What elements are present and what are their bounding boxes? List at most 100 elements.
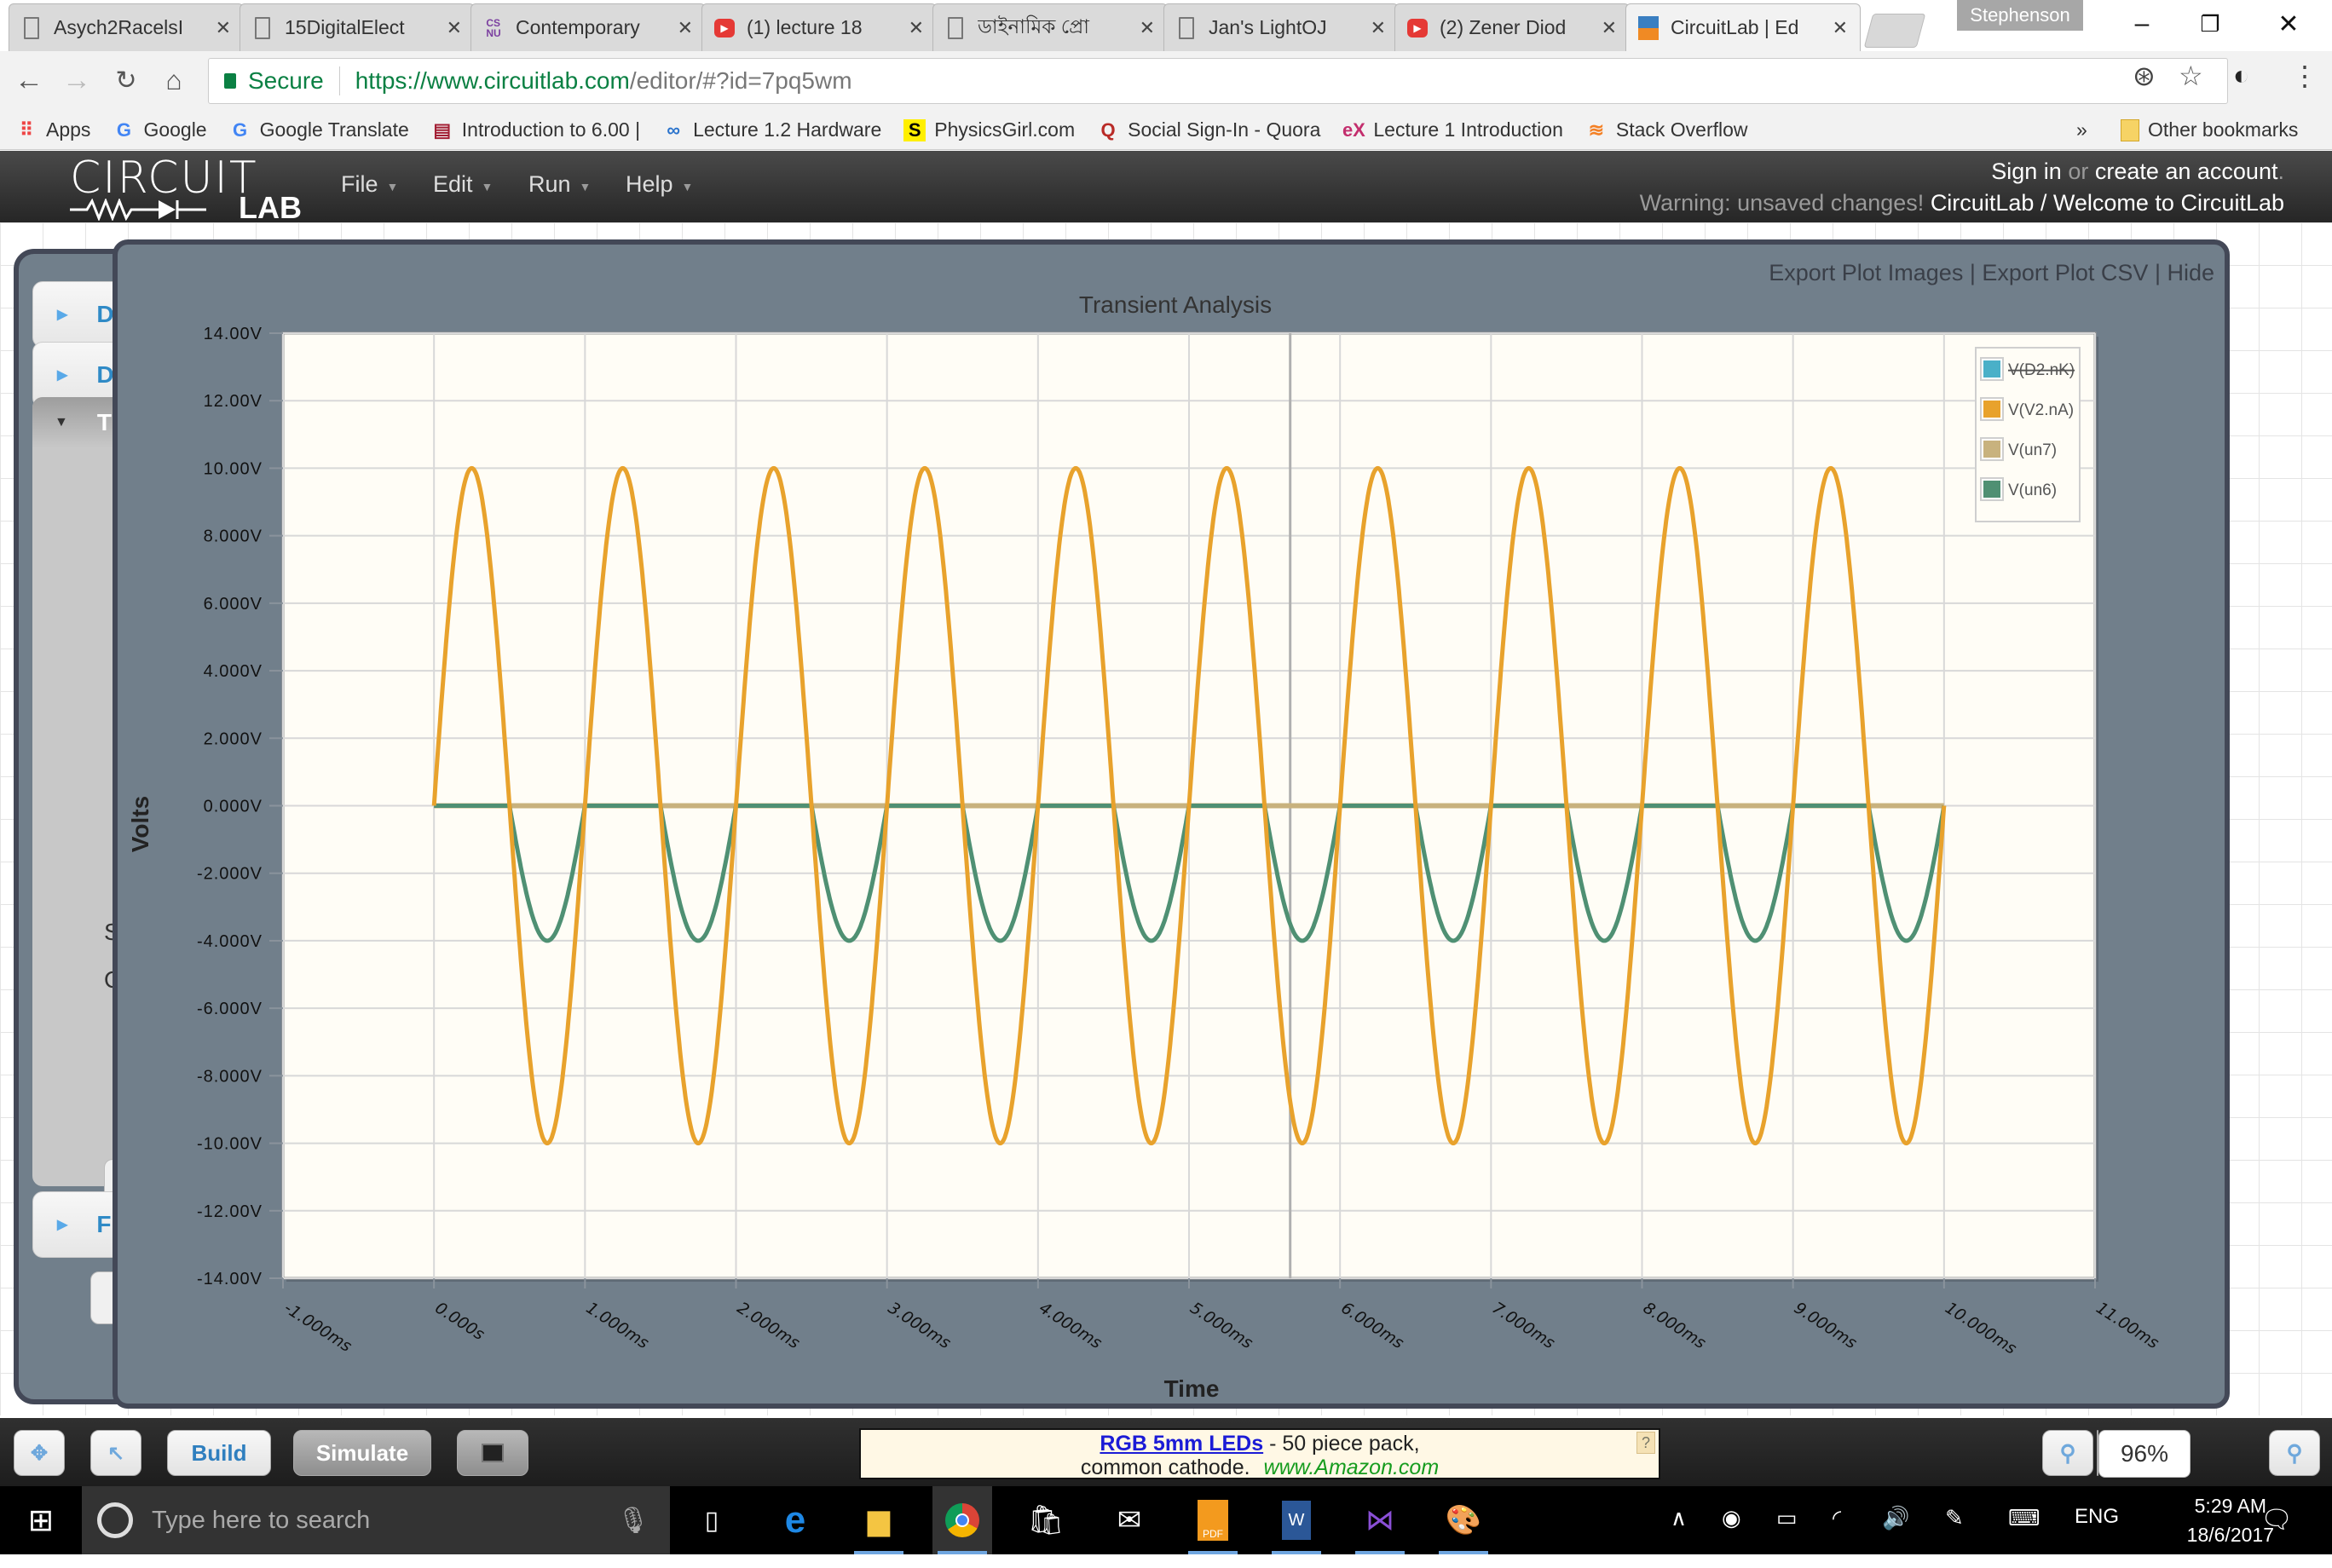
close-tab-icon[interactable]: ✕ xyxy=(678,17,693,39)
x-tick-label: 9.000ms xyxy=(1791,1299,1861,1353)
input-language[interactable]: ENG xyxy=(2075,1505,2119,1529)
legend-item[interactable]: V(un7) xyxy=(1980,437,2057,461)
close-window-icon[interactable]: ✕ xyxy=(2250,0,2327,48)
browser-tab[interactable]: CircuitLab | Ed ✕ xyxy=(1625,3,1861,51)
bookmark-item[interactable]: ∞ Lecture 1.2 Hardware xyxy=(662,118,881,141)
coursera-icon: ∞ xyxy=(667,118,680,141)
battery-icon[interactable]: ▭ xyxy=(1776,1505,1798,1531)
legend-item[interactable]: V(V2.nA) xyxy=(1980,397,2074,421)
pen-icon[interactable]: ✎ xyxy=(1945,1505,1964,1531)
y-axis-label: Volts xyxy=(127,796,153,852)
close-tab-icon[interactable]: ✕ xyxy=(1602,17,1617,39)
close-tab-icon[interactable]: ✕ xyxy=(216,17,231,39)
close-tab-icon[interactable]: ✕ xyxy=(909,17,924,39)
other-bookmarks-folder[interactable]: Other bookmarks xyxy=(2121,118,2298,141)
menu-help[interactable]: Help ▼ xyxy=(626,171,693,198)
expand-arrow-icon: ▶ xyxy=(57,1218,68,1232)
image-icon xyxy=(482,1444,504,1462)
new-tab-button[interactable] xyxy=(1863,14,1926,48)
browser-tab[interactable]: ডাইনামিক প্রো ✕ xyxy=(932,3,1168,51)
breadcrumb-owner[interactable]: CircuitLab xyxy=(1931,190,2035,216)
windows-start-icon[interactable]: ⊞ xyxy=(10,1486,72,1554)
visual-studio-icon[interactable]: ⋈ xyxy=(1350,1486,1410,1554)
address-bar[interactable]: Secure https://www.circuitlab.com/editor… xyxy=(208,58,2228,104)
close-tab-icon[interactable]: ✕ xyxy=(1371,17,1386,39)
bookmark-item[interactable]: G Google Translate xyxy=(229,118,409,141)
menu-file[interactable]: File ▼ xyxy=(341,171,398,198)
windows-taskbar: ⊞ Type here to search 🎙 ▯ e ▆ 🛍 ✉ PDF W … xyxy=(0,1486,2332,1554)
bookmark-item[interactable]: eX Lecture 1 Introduction xyxy=(1342,118,1563,141)
close-tab-icon[interactable]: ✕ xyxy=(1833,17,1848,39)
menu-edit[interactable]: Edit ▼ xyxy=(433,171,493,198)
x-tick-label: -1.000ms xyxy=(280,1299,355,1356)
browser-tab[interactable]: Jan's LightOJ ✕ xyxy=(1163,3,1399,51)
menu-kebab-icon[interactable]: ⋮ xyxy=(2291,60,2318,92)
legend-item[interactable]: V(un6) xyxy=(1980,477,2057,501)
profile-button[interactable]: Stephenson xyxy=(1957,0,2083,31)
browser-tab[interactable]: 15DigitalElect ✕ xyxy=(240,3,475,51)
close-tab-icon[interactable]: ✕ xyxy=(447,17,462,39)
action-center-icon[interactable]: 🗨 xyxy=(2260,1505,2293,1535)
s-icon: S xyxy=(903,118,926,141)
store-icon[interactable]: 🛍 xyxy=(1016,1486,1076,1554)
legend-label: V(D2.nK) xyxy=(2008,361,2075,379)
restore-icon[interactable]: ❐ xyxy=(2172,0,2248,48)
bookmarks-overflow-button[interactable]: » xyxy=(2076,118,2087,141)
image-export-button[interactable] xyxy=(457,1430,528,1476)
sign-in-link[interactable]: Sign in xyxy=(1991,159,2062,184)
select-tool-button[interactable]: ↖ xyxy=(90,1430,141,1476)
create-account-link[interactable]: create an account xyxy=(2095,159,2278,184)
browser-tab[interactable]: ▶ (2) Zener Diod ✕ xyxy=(1394,3,1630,51)
foxit-pdf-icon[interactable]: PDF xyxy=(1183,1486,1243,1554)
bookmark-item[interactable]: ≋ Stack Overflow xyxy=(1585,118,1748,141)
reload-icon[interactable]: ↻ xyxy=(106,60,147,101)
word-icon[interactable]: W xyxy=(1267,1486,1326,1554)
y-tick-label: 10.00V xyxy=(204,459,263,478)
translate-page-icon[interactable]: ⊛ xyxy=(2133,60,2156,92)
circuitlab-logo[interactable]: CIRCUIT LAB xyxy=(70,153,302,225)
bookmark-item[interactable]: ▤ Introduction to 6.00 | xyxy=(431,118,640,141)
close-tab-icon[interactable]: ✕ xyxy=(1140,17,1155,39)
ad-help-button[interactable]: ? xyxy=(1636,1432,1655,1454)
show-hidden-icons[interactable]: ∧ xyxy=(1671,1505,1687,1531)
home-icon[interactable]: ⌂ xyxy=(153,60,194,101)
bookmark-item[interactable]: S PhysicsGirl.com xyxy=(903,118,1075,141)
microphone-icon[interactable]: 🎙 xyxy=(617,1506,649,1536)
zoom-out-button[interactable]: ⚲ xyxy=(2042,1430,2093,1476)
bookmark-item[interactable]: ⠿ Apps xyxy=(15,118,91,141)
keyboard-icon[interactable]: ⌨ xyxy=(2008,1505,2040,1531)
zoom-in-button[interactable]: ⚲ xyxy=(2269,1430,2320,1476)
bookmark-star-icon[interactable]: ☆ xyxy=(2179,60,2203,92)
volume-icon[interactable]: 🔊 xyxy=(1882,1505,1909,1531)
minimize-icon[interactable]: – xyxy=(2104,0,2180,48)
browser-tab[interactable]: Asych2RacelsI ✕ xyxy=(9,3,244,51)
bookmark-item[interactable]: Q Social Sign-In - Quora xyxy=(1097,118,1321,141)
edge-icon[interactable]: e xyxy=(765,1486,825,1554)
pan-tool-button[interactable]: ✥ xyxy=(14,1430,65,1476)
browser-tab[interactable]: CS NU Contemporary ✕ xyxy=(470,3,706,51)
build-mode-button[interactable]: Build xyxy=(167,1430,271,1476)
ad-link[interactable]: RGB 5mm LEDs xyxy=(1100,1432,1263,1456)
browser-tab[interactable]: ▶ (1) lecture 18 ✕ xyxy=(701,3,937,51)
record-icon[interactable]: ◉ xyxy=(1722,1505,1741,1531)
app-header: CIRCUIT LAB File ▼ Edit ▼ Run ▼ Help ▼ Sign … xyxy=(0,151,2332,225)
back-icon[interactable]: ← xyxy=(9,60,49,101)
task-view-icon[interactable]: ▯ xyxy=(682,1486,742,1554)
wifi-icon[interactable]: ◜ xyxy=(1833,1505,1841,1531)
breadcrumb-circuit[interactable]: Welcome to CircuitLab xyxy=(2053,190,2284,216)
zoom-level[interactable]: 96% xyxy=(2098,1430,2191,1478)
menu-run[interactable]: Run ▼ xyxy=(528,171,591,198)
advertisement: RGB 5mm LEDs - 50 piece pack, common cat… xyxy=(859,1428,1660,1479)
forward-icon[interactable]: → xyxy=(56,60,97,101)
simulate-mode-button[interactable]: Simulate xyxy=(293,1430,431,1476)
bookmark-item[interactable]: G Google xyxy=(113,118,207,141)
ad-url[interactable]: www.Amazon.com xyxy=(1264,1456,1440,1479)
paint-icon[interactable]: 🎨 xyxy=(1434,1486,1493,1554)
legend-item[interactable]: V(D2.nK) xyxy=(1980,357,2075,381)
mail-icon[interactable]: ✉ xyxy=(1100,1486,1159,1554)
chrome-icon[interactable] xyxy=(932,1486,992,1554)
file-explorer-icon[interactable]: ▆ xyxy=(849,1486,909,1554)
extension-icon[interactable]: ◐ xyxy=(2233,60,2249,91)
secure-indicator[interactable]: Secure xyxy=(224,67,324,95)
taskbar-search[interactable]: Type here to search 🎙 xyxy=(82,1486,670,1554)
